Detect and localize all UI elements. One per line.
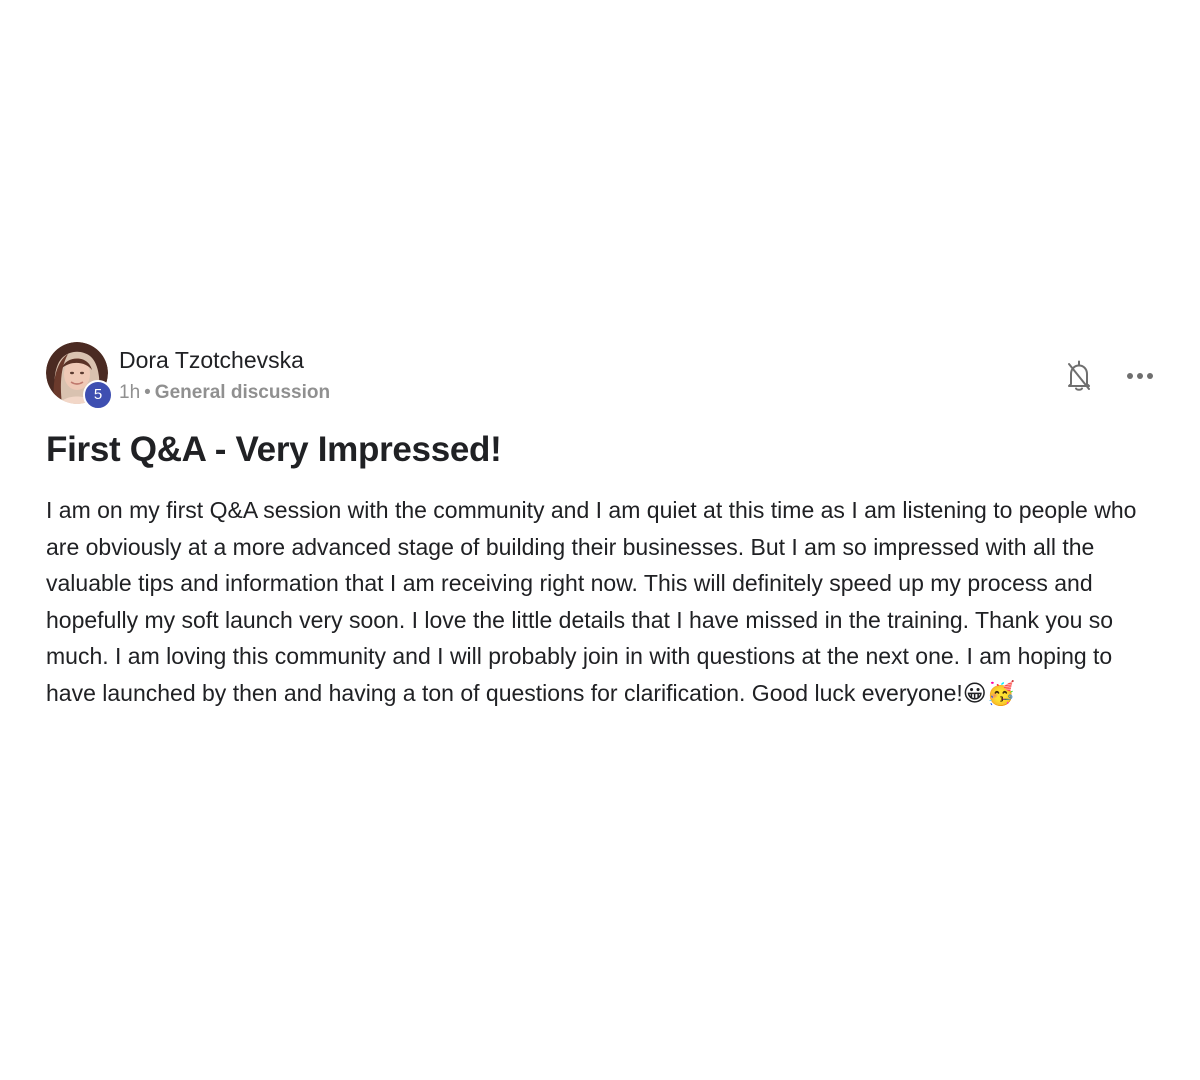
bell-off-icon — [1068, 360, 1090, 391]
author-avatar-wrapper[interactable]: 5 — [46, 342, 113, 410]
author-name[interactable]: Dora Tzotchevska — [119, 347, 304, 374]
meta-separator: • — [144, 382, 151, 403]
post-body: I am on my first Q&A session with the co… — [46, 497, 1137, 706]
post-title[interactable]: First Q&A - Very Impressed! — [46, 430, 1158, 470]
post-actions — [1061, 358, 1158, 394]
post-header: 5 Dora Tzotchevska 1h • General discussion — [46, 340, 1158, 410]
level-badge: 5 — [83, 380, 113, 410]
post-category[interactable]: General discussion — [155, 382, 330, 403]
more-options-button[interactable] — [1122, 358, 1158, 394]
more-horizontal-icon — [1127, 373, 1153, 379]
post-meta: 1h • General discussion — [119, 382, 330, 404]
post-time[interactable]: 1h — [119, 382, 140, 403]
post-card: 5 Dora Tzotchevska 1h • General discussion — [46, 340, 1158, 712]
notifications-toggle-button[interactable] — [1061, 358, 1097, 394]
